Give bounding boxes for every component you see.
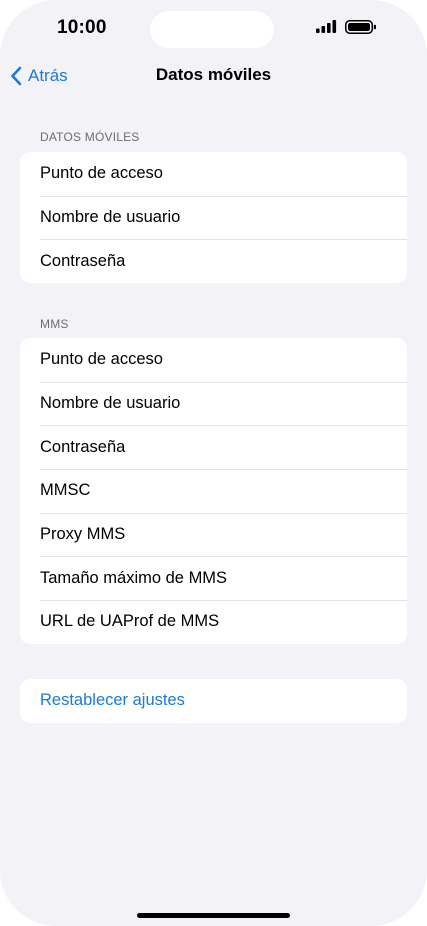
home-indicator[interactable] (137, 913, 290, 918)
group-mms: Punto de acceso Nombre de usuario Contra… (20, 338, 407, 644)
navigation-bar: Atrás Datos móviles (0, 56, 427, 96)
signal-icon (316, 20, 337, 33)
dynamic-island (150, 11, 274, 48)
mms-row-proxy[interactable]: Proxy MMS (20, 512, 407, 557)
phone-screen: 10:00 Atrás Datos móviles DATOS MÓVILES … (0, 0, 427, 926)
status-bar: 10:00 (0, 0, 427, 56)
group-reset: Restablecer ajustes (20, 679, 407, 723)
mms-row-mmsc[interactable]: MMSC (20, 469, 407, 513)
mms-row-username[interactable]: Nombre de usuario (20, 381, 407, 426)
mms-row-max-size[interactable]: Tamaño máximo de MMS (20, 556, 407, 600)
setting-row-apn[interactable]: Punto de acceso (20, 152, 407, 196)
page-title: Datos móviles (155, 65, 272, 84)
status-time: 10:00 (57, 17, 107, 38)
section-header-datos-moviles: DATOS MÓVILES (40, 130, 140, 144)
reset-settings-button[interactable]: Restablecer ajustes (20, 679, 407, 723)
mms-row-apn[interactable]: Punto de acceso (20, 338, 407, 382)
mms-row-password[interactable]: Contraseña (20, 425, 407, 469)
mms-row-uaprof-url[interactable]: URL de UAProf de MMS (20, 600, 407, 644)
section-header-mms: MMS (40, 317, 69, 331)
group-datos-moviles: Punto de acceso Nombre de usuario Contra… (20, 152, 407, 284)
setting-row-password[interactable]: Contraseña (20, 239, 407, 283)
battery-icon (345, 20, 376, 34)
setting-row-username[interactable]: Nombre de usuario (20, 195, 407, 240)
